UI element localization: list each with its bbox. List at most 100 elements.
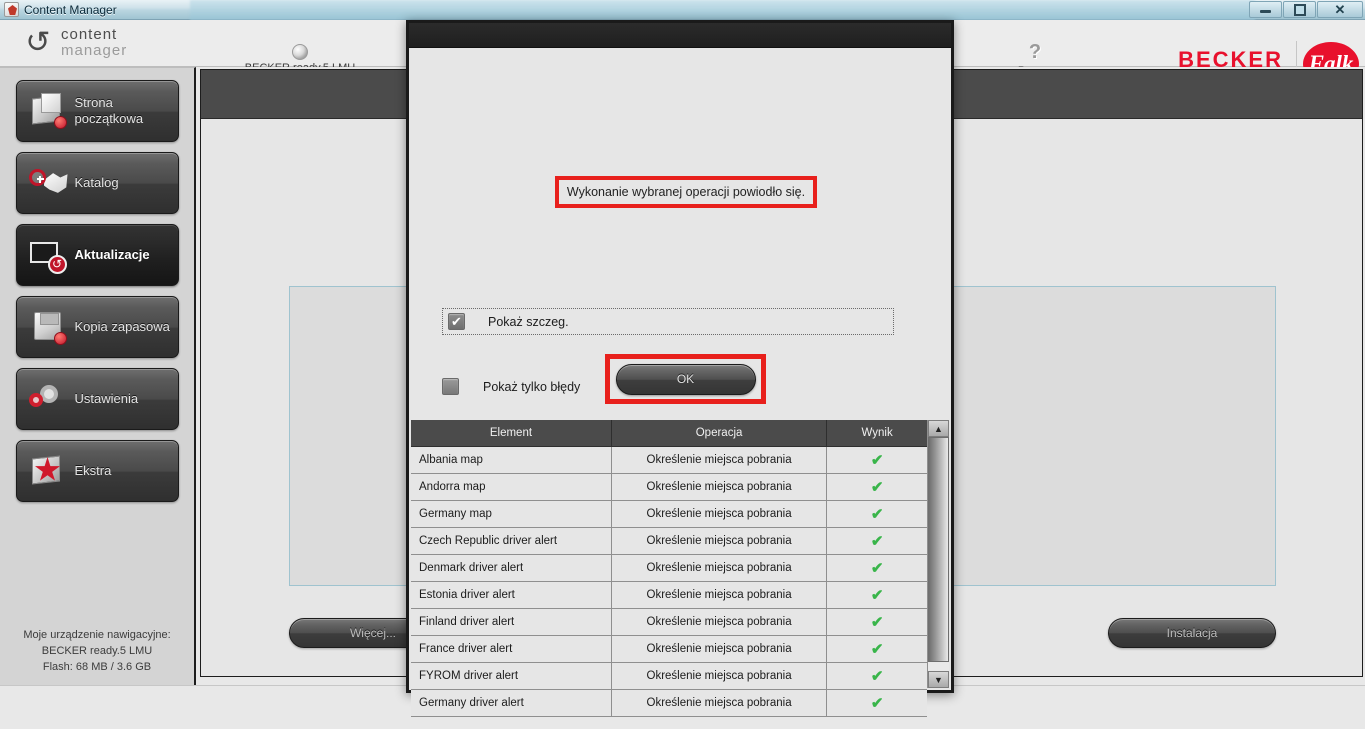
cell-operation: Określenie miejsca pobrania: [611, 581, 828, 609]
cell-element: Albania map: [411, 446, 612, 474]
floppy-backup-icon: [27, 307, 69, 347]
cell-operation: Określenie miejsca pobrania: [611, 446, 828, 474]
logo-line-2: manager: [61, 42, 128, 59]
close-button[interactable]: ✕: [1317, 1, 1363, 18]
home-box-icon: [27, 91, 69, 131]
ok-button[interactable]: OK: [615, 363, 756, 395]
star-box-icon: [27, 451, 69, 491]
table-row[interactable]: Germany map Określenie miejsca pobrania ✔: [411, 500, 927, 528]
table-row[interactable]: Czech Republic driver alert Określenie mi…: [411, 527, 927, 555]
sidebar-item-ekstra[interactable]: Ekstra: [15, 440, 179, 502]
table-row[interactable]: Andorra map Określenie miejsca pobrania ✔: [411, 473, 927, 501]
errors-only-checkbox-row[interactable]: Pokaż tylko błędy: [442, 378, 580, 395]
ok-button-highlight: OK: [605, 354, 766, 404]
column-header-element: Element: [411, 420, 612, 447]
result-dialog: Wykonanie wybranej operacji powiodło się…: [406, 20, 954, 717]
device-info-line-1: Moje urządzenie nawigacyjne:: [23, 629, 171, 641]
cell-result-check-icon: ✔: [826, 689, 927, 717]
maximize-button[interactable]: [1283, 1, 1316, 18]
sidebar: Strona początkowa Katalog ↺ Aktualizacje…: [0, 67, 196, 685]
checkbox-checked-icon[interactable]: ✔: [448, 313, 465, 330]
cell-result-check-icon: ✔: [826, 500, 927, 528]
gears-settings-icon: [27, 379, 69, 419]
scroll-down-button[interactable]: ▼: [928, 671, 949, 688]
device-info-line-2: BECKER ready.5 LMU: [41, 644, 153, 657]
table-row[interactable]: Finland driver alert Określenie miejsca p…: [411, 608, 927, 636]
cell-element: Finland driver alert: [411, 608, 612, 636]
sidebar-item-label: Ekstra: [74, 462, 112, 478]
cell-result-check-icon: ✔: [826, 446, 927, 474]
window-controls: ✕: [1248, 1, 1363, 18]
sidebar-item-label: Katalog: [74, 174, 119, 190]
dialog-title-bar: [409, 23, 951, 48]
results-table-body: Albania map Określenie miejsca pobrania ✔ A…: [411, 446, 927, 717]
cell-result-check-icon: ✔: [826, 527, 927, 555]
sidebar-item-kopia-zapasowa[interactable]: Kopia zapasowa: [15, 296, 179, 358]
cell-result-check-icon: ✔: [826, 635, 927, 663]
sidebar-item-label-line1: Strona: [74, 94, 113, 110]
cell-operation: Określenie miejsca pobrania: [611, 527, 828, 555]
content-manager-logo: ↺ content manager: [24, 25, 128, 60]
sidebar-item-label: Aktualizacje: [74, 246, 150, 262]
logo-line-1: content: [61, 25, 118, 43]
cell-operation: Określenie miejsca pobrania: [611, 608, 828, 636]
os-title-bar: Content Manager ✕: [0, 0, 1365, 20]
table-row[interactable]: Albania map Określenie miejsca pobrania ✔: [411, 446, 927, 474]
cell-result-check-icon: ✔: [826, 662, 927, 690]
results-table: Element Operacja Wynik Albania map Określ…: [411, 420, 927, 717]
scrollbar-track[interactable]: [928, 437, 949, 671]
table-header-row: Element Operacja Wynik: [411, 420, 927, 447]
device-info: Moje urządzenie nawigacyjne: BECKER read…: [0, 628, 194, 676]
show-details-label: Pokaż szczeg.: [488, 314, 569, 329]
cell-operation: Określenie miejsca pobrania: [611, 662, 828, 690]
errors-only-label: Pokaż tylko błędy: [483, 379, 581, 394]
sidebar-item-aktualizacje[interactable]: ↺ Aktualizacje: [15, 224, 179, 286]
device-info-line-3: Flash: 68 MB / 3.6 GB: [42, 660, 152, 673]
cell-element: France driver alert: [411, 635, 612, 663]
sidebar-item-katalog[interactable]: Katalog: [15, 152, 179, 214]
app-root: Content Manager ✕ ↺ content manager BECK…: [0, 0, 1365, 729]
table-row[interactable]: Denmark driver alert Określenie miejsca p…: [411, 554, 927, 582]
app-icon: [4, 2, 19, 17]
table-row[interactable]: Germany driver alert Określenie miejsca p…: [411, 689, 927, 717]
window-title: Content Manager: [24, 2, 117, 17]
results-table-area: Element Operacja Wynik Albania map Określ…: [411, 420, 949, 717]
sidebar-item-label-line2: początkowa: [74, 111, 144, 126]
checkbox-unchecked-icon[interactable]: [442, 378, 459, 395]
results-scrollbar[interactable]: ▲ ▼: [927, 420, 949, 688]
cell-operation: Określenie miejsca pobrania: [611, 635, 828, 663]
sidebar-item-label: Ustawienia: [74, 390, 139, 406]
cell-operation: Określenie miejsca pobrania: [611, 554, 828, 582]
cell-result-check-icon: ✔: [826, 581, 927, 609]
cell-element: Estonia driver alert: [411, 581, 612, 609]
column-header-operation: Operacja: [611, 420, 828, 447]
scrollbar-thumb[interactable]: [928, 437, 949, 662]
table-row[interactable]: Estonia driver alert Określenie miejsca p…: [411, 581, 927, 609]
cell-element: Germany driver alert: [411, 689, 612, 717]
status-message: Wykonanie wybranej operacji powiodło się…: [566, 185, 806, 199]
sidebar-item-strona-poczatkowa[interactable]: Strona początkowa: [15, 80, 179, 142]
cell-element: Andorra map: [411, 473, 612, 501]
catalog-map-icon: [27, 163, 69, 203]
titlebar-gloss: [190, 0, 1255, 20]
question-mark-icon: ?: [1028, 41, 1042, 63]
table-row[interactable]: France driver alert Określenie miejsca po…: [411, 635, 927, 663]
cell-element: FYROM driver alert: [411, 662, 612, 690]
cell-result-check-icon: ✔: [826, 554, 927, 582]
cell-element: Denmark driver alert: [411, 554, 612, 582]
cell-operation: Określenie miejsca pobrania: [611, 500, 828, 528]
recycle-icon: ↺: [25, 26, 51, 59]
updates-screen-icon: ↺: [27, 235, 69, 275]
show-details-checkbox-row[interactable]: ✔ Pokaż szczeg.: [442, 308, 894, 335]
cell-result-check-icon: ✔: [826, 608, 927, 636]
scroll-up-button[interactable]: ▲: [928, 420, 949, 437]
cell-operation: Określenie miejsca pobrania: [611, 473, 828, 501]
table-row[interactable]: FYROM driver alert Określenie miejsca pob…: [411, 662, 927, 690]
minimize-button[interactable]: [1249, 1, 1282, 18]
dialog-body: Wykonanie wybranej operacji powiodło się…: [409, 48, 951, 717]
sidebar-item-ustawienia[interactable]: Ustawienia: [15, 368, 179, 430]
cell-element: Czech Republic driver alert: [411, 527, 612, 555]
cell-result-check-icon: ✔: [826, 473, 927, 501]
install-button[interactable]: Instalacja: [1108, 618, 1276, 648]
cell-element: Germany map: [411, 500, 612, 528]
